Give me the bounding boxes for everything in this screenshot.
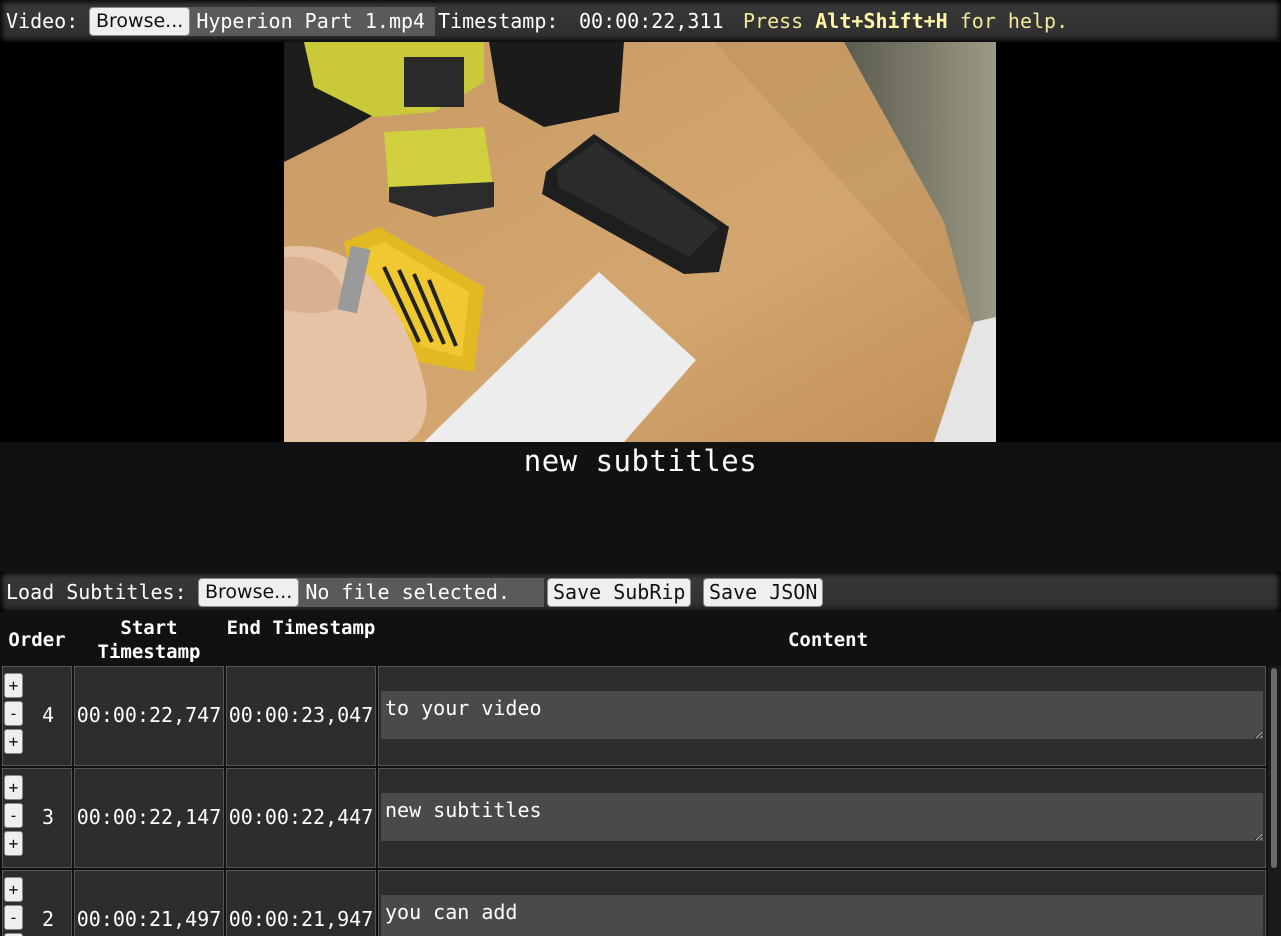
video-toolbar: Video: Browse... Hyperion Part 1.mp4 Tim… (0, 0, 1281, 42)
content-cell: new subtitles (378, 768, 1266, 868)
header-order: Order (8, 629, 66, 651)
table-row: + - + 3 00:00:22,147 00:00:22,447 new su… (0, 768, 1270, 868)
order-number: 2 (41, 907, 55, 931)
end-timestamp-cell[interactable]: 00:00:21,947 (226, 870, 376, 936)
video-file-picker[interactable]: Browse... Hyperion Part 1.mp4 (89, 7, 436, 36)
subtitles-browse-button[interactable]: Browse... (198, 578, 300, 607)
end-timestamp[interactable]: 00:00:21,947 (227, 907, 375, 931)
load-subtitles-label: Load Subtitles: (6, 580, 187, 604)
end-timestamp-cell[interactable]: 00:00:22,447 (226, 768, 376, 868)
add-below-button[interactable]: + (4, 729, 23, 754)
content-cell: to your video (378, 666, 1266, 766)
timestamp-value: 00:00:22,311 (579, 9, 724, 33)
remove-row-button[interactable]: - (4, 701, 23, 726)
subtitles-table-header: Order Start Timestamp End Timestamp Cont… (0, 612, 1281, 666)
end-timestamp[interactable]: 00:00:23,047 (227, 703, 375, 727)
order-cell: + - + 3 (2, 768, 72, 868)
content-textarea[interactable]: you can add (381, 895, 1263, 936)
order-cell: + - + 2 (2, 870, 72, 936)
content-textarea[interactable]: new subtitles (381, 793, 1263, 841)
header-start-timestamp: Start Timestamp (97, 617, 201, 663)
help-hint: Press Alt+Shift+H for help. (743, 9, 1068, 33)
add-below-button[interactable]: + (4, 831, 23, 856)
order-number: 4 (41, 703, 55, 727)
table-scroll-thumb[interactable] (1271, 668, 1277, 868)
help-shortcut: Alt+Shift+H (815, 9, 948, 33)
video-browse-button[interactable]: Browse... (89, 7, 191, 36)
subtitles-table-body[interactable]: + - + 4 00:00:22,747 00:00:23,047 to you… (0, 666, 1281, 936)
add-above-button[interactable]: + (4, 775, 23, 800)
remove-row-button[interactable]: - (4, 803, 23, 828)
remove-row-button[interactable]: - (4, 905, 23, 930)
help-prefix: Press (743, 9, 804, 33)
table-row: + - + 4 00:00:22,747 00:00:23,047 to you… (0, 666, 1270, 766)
video-frame[interactable] (284, 42, 996, 442)
header-end-timestamp: End Timestamp (226, 617, 376, 639)
table-scrollbar[interactable] (1268, 666, 1281, 936)
save-json-button[interactable]: Save JSON (703, 578, 824, 607)
help-suffix: for help. (959, 9, 1069, 33)
order-cell: + - + 4 (2, 666, 72, 766)
content-cell: you can add (378, 870, 1266, 936)
subtitle-overlay-area: new subtitles (0, 442, 1281, 572)
start-timestamp-cell[interactable]: 00:00:22,747 (74, 666, 224, 766)
end-timestamp[interactable]: 00:00:22,447 (227, 805, 375, 829)
start-timestamp[interactable]: 00:00:22,147 (75, 805, 223, 829)
header-content: Content (787, 629, 869, 651)
order-number: 3 (41, 805, 55, 829)
start-timestamp[interactable]: 00:00:21,497 (75, 907, 223, 931)
content-textarea[interactable]: to your video (381, 691, 1263, 739)
start-timestamp[interactable]: 00:00:22,747 (75, 703, 223, 727)
video-player[interactable] (0, 42, 1281, 442)
add-above-button[interactable]: + (4, 877, 23, 902)
subtitles-file-status: No file selected. (297, 578, 545, 607)
table-row: + - + 2 00:00:21,497 00:00:21,947 you ca… (0, 870, 1270, 936)
start-timestamp-cell[interactable]: 00:00:21,497 (74, 870, 224, 936)
end-timestamp-cell[interactable]: 00:00:23,047 (226, 666, 376, 766)
add-above-button[interactable]: + (4, 673, 23, 698)
subtitles-toolbar: Load Subtitles: Browse... No file select… (0, 572, 1281, 612)
current-subtitle: new subtitles (523, 444, 758, 478)
timestamp-label: Timestamp: (438, 9, 559, 33)
video-label: Video: (6, 9, 79, 33)
video-file-name: Hyperion Part 1.mp4 (188, 7, 436, 36)
start-timestamp-cell[interactable]: 00:00:22,147 (74, 768, 224, 868)
save-subrip-button[interactable]: Save SubRip (547, 578, 692, 607)
subtitles-file-picker[interactable]: Browse... No file selected. (198, 578, 545, 607)
video-still-image (284, 42, 996, 442)
